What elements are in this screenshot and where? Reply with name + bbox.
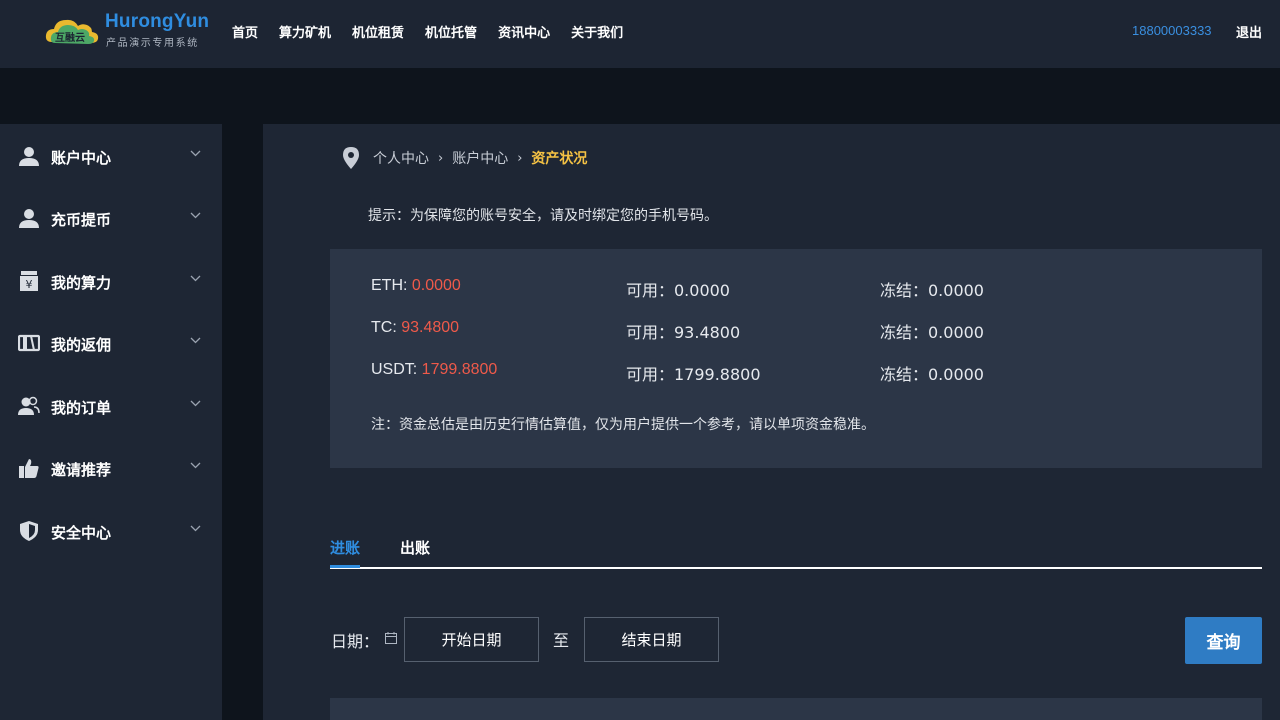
sidebar-item-label: 我的订单 [51,399,112,417]
asset-label: USDT: [371,361,422,378]
sidebar-item-label: 我的算力 [51,274,112,292]
sidebar-item-my-hashrate[interactable]: ¥ 我的算力 [0,261,222,301]
chevron-down-icon [190,462,201,469]
logout-button[interactable]: 退出 [1236,22,1262,41]
balance-row-tc: TC: 93.4800 可用：93.4800 冻结：0.0000 [330,319,1262,343]
sidebar-item-deposit-withdraw[interactable]: 充币提币 [0,198,222,238]
asset-frozen: 冻结：0.0000 [880,281,984,300]
logo[interactable]: 互融云 HurongYun 产品演示专用系统 [44,10,214,50]
asset-total-value: 1799.8800 [421,361,498,378]
breadcrumb-personal-center[interactable]: 个人中心 [373,148,429,168]
thumbs-up-icon [19,459,39,478]
sidebar-item-my-orders[interactable]: 我的订单 [0,386,222,426]
asset-total: USDT: 1799.8800 [371,361,497,379]
tab-income[interactable]: 进账 [330,537,360,558]
yuan-box-icon: ¥ [20,271,38,291]
active-tab-indicator [330,565,360,568]
chevron-right-icon: › [517,150,523,166]
chevron-down-icon [190,525,201,532]
chevron-down-icon [190,337,201,344]
chevron-down-icon [190,400,201,407]
brand-subtitle: 产品演示专用系统 [106,38,199,49]
top-navbar: 互融云 HurongYun 产品演示专用系统 首页 算力矿机 机位租赁 机位托管… [0,0,1280,68]
users-icon [18,396,40,415]
nav-slot-rental[interactable]: 机位租赁 [352,22,404,41]
asset-total-value: 0.0000 [411,277,461,294]
nav-home[interactable]: 首页 [232,22,258,41]
asset-total-value: 93.4800 [401,319,460,336]
sidebar-item-account-center[interactable]: 账户中心 [0,136,222,176]
user-icon [19,147,39,166]
asset-available: 可用：0.0000 [626,281,730,300]
security-tip: 提示：为保障您的账号安全，请及时绑定您的手机号码。 [368,208,718,224]
record-tabs: 进账 出账 [330,532,1262,569]
shield-icon [20,521,38,541]
sidebar-item-label: 账户中心 [51,149,112,167]
location-pin-icon [343,147,359,169]
date-label: 日期： [331,632,380,651]
sidebar-item-my-rebate[interactable]: 我的返佣 [0,323,222,363]
balance-summary: ETH: 0.0000 可用：0.0000 冻结：0.0000 TC: 93.4… [330,249,1262,468]
start-date-input[interactable] [404,617,539,662]
sidebar-item-label: 充币提币 [51,211,112,229]
sidebar-item-label: 安全中心 [51,524,112,542]
chevron-down-icon [190,212,201,219]
main-nav: 首页 算力矿机 机位租赁 机位托管 资讯中心 关于我们 [232,22,623,41]
balance-row-usdt: USDT: 1799.8800 可用：1799.8800 冻结：0.0000 [330,361,1262,385]
asset-available: 可用：1799.8800 [626,365,761,384]
main-panel: 个人中心 › 账户中心 › 资产状况 提示：为保障您的账号安全，请及时绑定您的手… [263,124,1280,720]
asset-total: ETH: 0.0000 [371,277,461,295]
sidebar-item-security-center[interactable]: 安全中心 [0,511,222,551]
nav-news-center[interactable]: 资讯中心 [498,22,550,41]
chevron-down-icon [190,150,201,157]
asset-frozen: 冻结：0.0000 [880,365,984,384]
chevron-down-icon [190,275,201,282]
balance-note: 注：资金总估是由历史行情估算值，仅为用户提供一个参考，请以单项资金稳准。 [371,417,875,433]
asset-total: TC: 93.4800 [371,319,459,337]
logo-text: 互融云 [55,31,85,44]
asset-available: 可用：93.4800 [626,323,741,342]
calendar-icon [385,632,397,644]
sidebar-item-label: 我的返佣 [51,336,112,354]
sidebar: 账户中心 充币提币 ¥ 我的算力 我的返佣 我的订单 邀请推荐 安全中心 [0,124,222,720]
asset-frozen: 冻结：0.0000 [880,323,984,342]
card-icon [18,334,40,352]
breadcrumb-asset-status: 资产状况 [531,151,588,167]
records-table-header [330,698,1262,720]
asset-label: TC: [371,319,402,336]
svg-text:¥: ¥ [26,278,33,291]
nav-slot-hosting[interactable]: 机位托管 [425,22,477,41]
user-icon [19,209,39,228]
date-range-separator: 至 [553,631,570,650]
nav-mining-machines[interactable]: 算力矿机 [279,22,331,41]
breadcrumb-account-center[interactable]: 账户中心 [452,148,508,168]
sidebar-item-label: 邀请推荐 [51,461,112,479]
balance-row-eth: ETH: 0.0000 可用：0.0000 冻结：0.0000 [330,277,1262,301]
user-phone-link[interactable]: 18800003333 [1132,23,1212,38]
chevron-right-icon: › [438,150,444,166]
sidebar-item-invite[interactable]: 邀请推荐 [0,448,222,488]
end-date-input[interactable] [584,617,719,662]
brand-title: HurongYun [105,11,210,32]
breadcrumb: 个人中心 › 账户中心 › 资产状况 [343,146,587,170]
query-button[interactable]: 查询 [1185,617,1262,664]
nav-about-us[interactable]: 关于我们 [571,22,623,41]
cloud-logo-icon: 互融云 [45,19,99,44]
tab-outgoing[interactable]: 出账 [400,537,430,558]
asset-label: ETH: [371,277,412,294]
